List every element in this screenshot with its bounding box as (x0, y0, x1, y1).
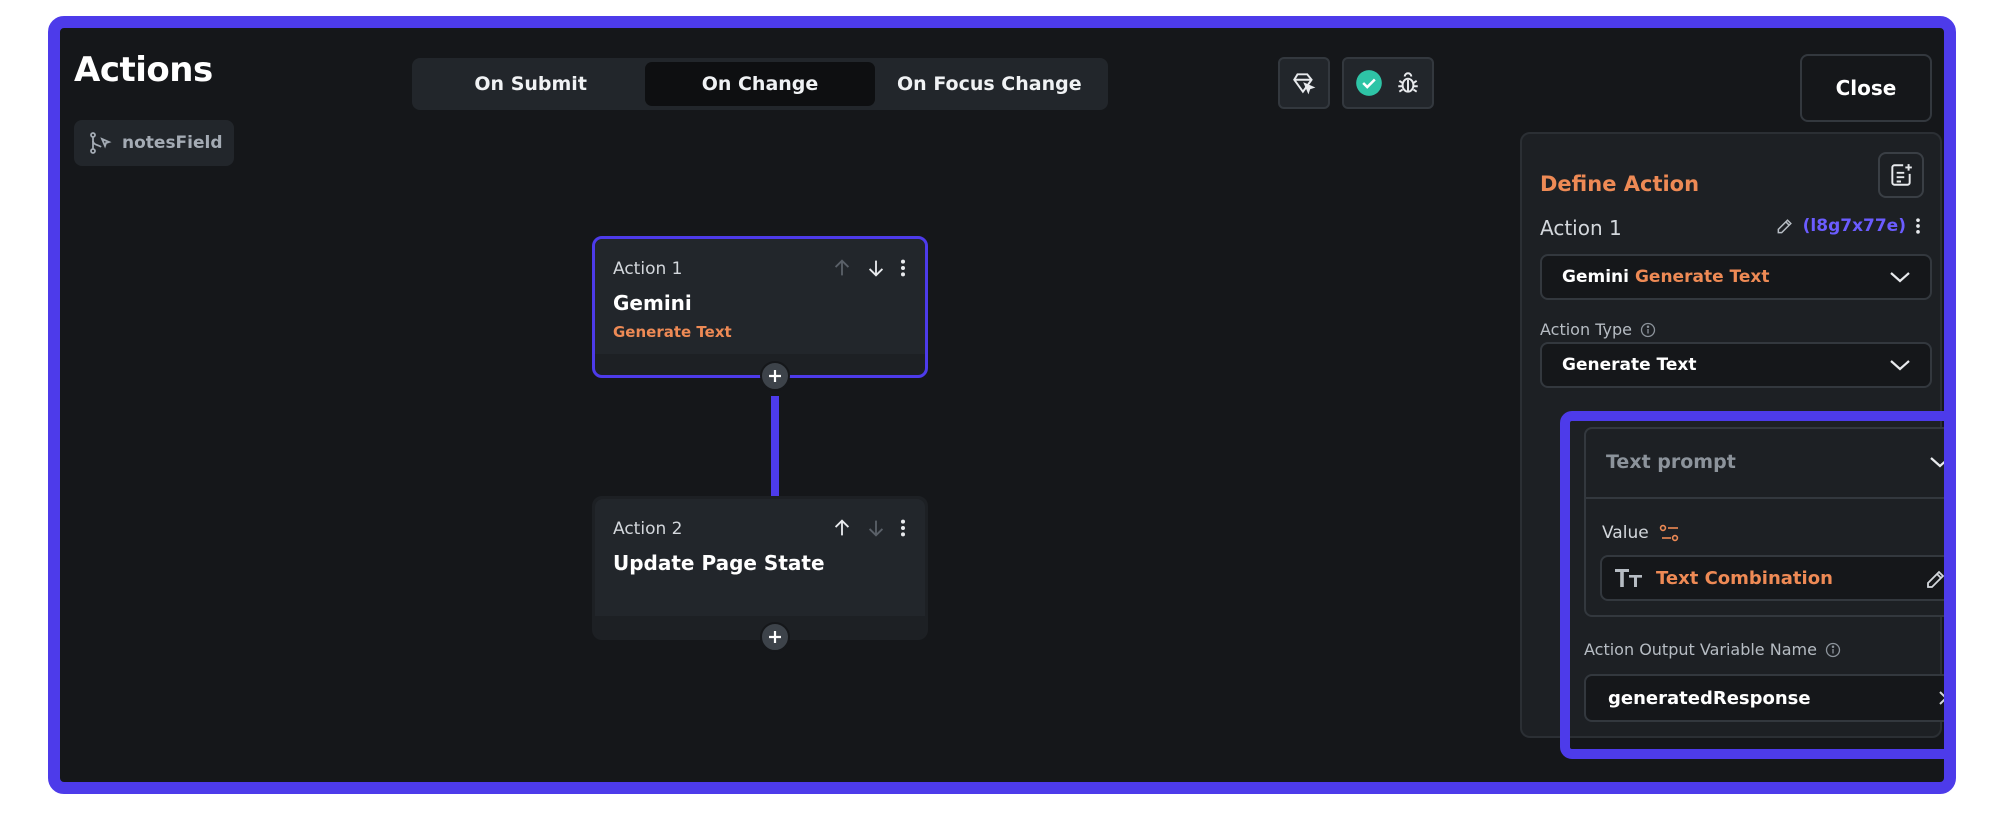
value-text: Text Combination (1656, 567, 1833, 589)
output-variable-value: generatedResponse (1608, 687, 1811, 709)
chevron-down-icon (1930, 457, 1944, 468)
arrow-down-icon[interactable] (865, 517, 887, 539)
action-name: Update Page State (613, 551, 825, 575)
value-field[interactable]: Text Combination (1600, 555, 1948, 601)
validation-debug-button[interactable] (1342, 57, 1434, 109)
action-connector (771, 396, 779, 498)
plus-icon (769, 370, 781, 382)
text-prompt-header[interactable]: Text prompt (1586, 429, 1944, 499)
info-icon (1825, 642, 1841, 657)
bug-icon (1398, 72, 1418, 93)
add-action-button[interactable] (760, 622, 790, 652)
chevron-down-icon (1890, 360, 1910, 371)
action-select-primary: Gemini (1562, 267, 1629, 287)
action-select[interactable]: Gemini Generate Text (1540, 254, 1932, 300)
gem-cursor-icon (1293, 73, 1316, 95)
action-subtitle: Generate Text (613, 323, 732, 341)
output-variable-label: Action Output Variable Name (1584, 640, 1817, 659)
tab-on-focus-change[interactable]: On Focus Change (875, 62, 1104, 106)
tab-on-submit[interactable]: On Submit (416, 62, 645, 106)
action-node-1[interactable]: Action 1 Gemini Generate Text (592, 236, 928, 378)
more-vert-icon[interactable] (899, 257, 907, 279)
trigger-tabs: On Submit On Change On Focus Change (412, 58, 1108, 110)
action-select-secondary: Generate Text (1634, 267, 1770, 287)
chevron-down-icon (1890, 272, 1910, 283)
action-number: Action 1 (613, 259, 683, 279)
output-variable-input[interactable]: generatedResponse (1584, 674, 1956, 722)
info-icon (1640, 322, 1656, 337)
action-node-2[interactable]: Action 2 Update Page State (592, 496, 928, 640)
arrow-up-icon[interactable] (831, 517, 853, 539)
close-button[interactable]: Close (1800, 54, 1932, 122)
actions-editor: Actions notesField On Submit On Change O… (48, 16, 1956, 794)
arrow-down-icon[interactable] (865, 257, 887, 279)
close-icon[interactable] (1936, 688, 1956, 708)
variable-options-icon[interactable] (1659, 523, 1681, 543)
more-vert-icon[interactable] (899, 517, 907, 539)
check-circle-icon (1356, 70, 1382, 96)
document-add-icon (1891, 164, 1912, 186)
action-label: Action 1 (1540, 216, 1622, 240)
trigger-widget-chip[interactable]: notesField (74, 120, 234, 166)
gemini-button[interactable] (1278, 57, 1330, 109)
branch-cursor-icon (90, 132, 112, 154)
trigger-widget-label: notesField (122, 133, 223, 153)
more-vert-icon[interactable] (1914, 216, 1922, 236)
add-note-button[interactable] (1878, 152, 1924, 198)
add-action-button[interactable] (760, 361, 790, 391)
action-type-value: Generate Text (1562, 355, 1697, 375)
action-type-select[interactable]: Generate Text (1540, 342, 1932, 388)
action-name: Gemini (613, 291, 692, 315)
arrow-up-icon[interactable] (831, 257, 853, 279)
pencil-icon[interactable] (1924, 567, 1948, 591)
tab-on-change[interactable]: On Change (645, 62, 875, 106)
text-format-icon (1615, 569, 1642, 587)
value-label: Value (1602, 523, 1649, 543)
page-title: Actions (74, 50, 213, 90)
action-number: Action 2 (613, 519, 683, 539)
action-type-label: Action Type (1540, 320, 1632, 339)
pencil-icon[interactable] (1775, 216, 1795, 236)
action-code: (l8g7x77e) (1802, 216, 1906, 236)
plus-icon (769, 631, 781, 643)
text-prompt-section: Text prompt Value Text Combination (1584, 427, 1948, 617)
panel-title: Define Action (1540, 172, 1700, 196)
text-prompt-label: Text prompt (1606, 451, 1736, 473)
